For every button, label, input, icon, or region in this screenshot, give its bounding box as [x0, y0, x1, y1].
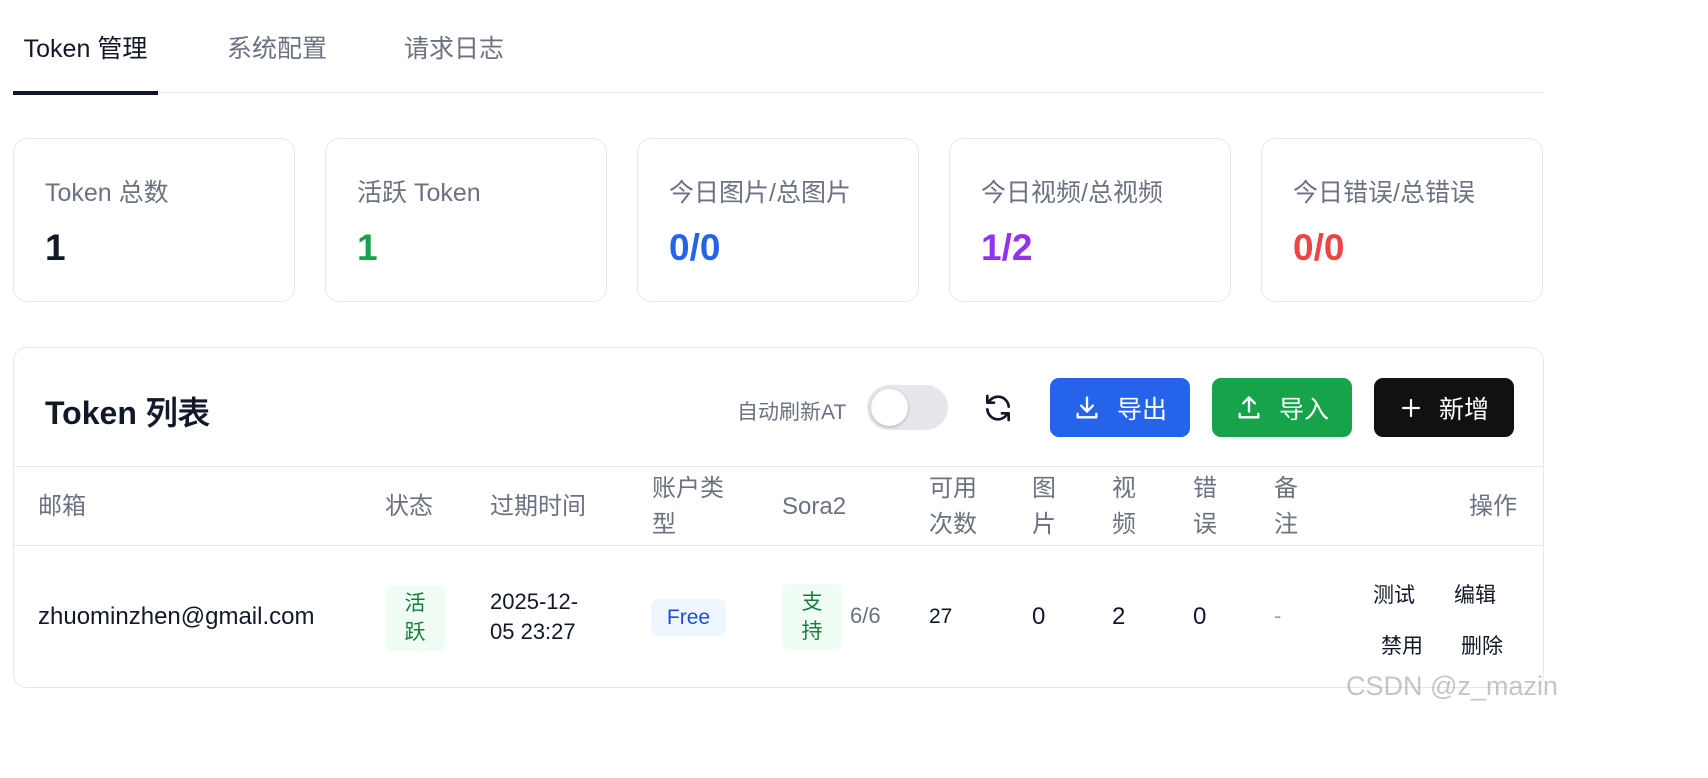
cell-expire-time: 2025-12- 05 23:27	[490, 589, 579, 644]
stat-value: 0/0	[669, 227, 721, 268]
stat-card-active-tokens: 活跃 Token 1	[325, 138, 607, 302]
download-icon	[1076, 395, 1098, 418]
column-header-sora2[interactable]: Sora2	[782, 467, 846, 547]
table-header: 邮箱 状态 过期时间 账户类 型 Sora2 可用 次数 图 片 视 频 错 误…	[14, 466, 1543, 547]
stat-label: 今日视频/总视频	[981, 179, 1163, 207]
table-row: zhuominzhen@gmail.com 活 跃 2025-12- 05 23…	[14, 547, 1543, 687]
test-button[interactable]: 测试	[1373, 579, 1415, 609]
refresh-icon	[986, 394, 1010, 422]
column-header-expire[interactable]: 过期时间	[490, 467, 586, 547]
stat-card-images: 今日图片/总图片 0/0	[637, 138, 919, 302]
status-badge: 活 跃	[385, 585, 445, 651]
import-button[interactable]: 导入	[1212, 378, 1352, 437]
column-header-remaining[interactable]: 可用 次数	[929, 467, 977, 547]
watermark: CSDN @z_mazin	[1346, 671, 1558, 701]
tab-token-management[interactable]: Token 管理	[13, 0, 158, 95]
column-header-images[interactable]: 图 片	[1032, 467, 1056, 547]
sora2-quota: 6/6	[850, 603, 881, 628]
column-header-videos[interactable]: 视 频	[1112, 467, 1136, 547]
stat-value: 1/2	[981, 227, 1033, 268]
auto-refresh-toggle[interactable]	[867, 385, 948, 430]
stat-label: Token 总数	[45, 179, 169, 207]
tab-request-logs[interactable]: 请求日志	[385, 0, 523, 93]
disable-button[interactable]: 禁用	[1381, 630, 1423, 660]
stat-label: 活跃 Token	[357, 179, 481, 207]
stat-card-videos: 今日视频/总视频 1/2	[949, 138, 1231, 302]
tab-system-config[interactable]: 系统配置	[208, 0, 346, 93]
cell-remaining: 27	[929, 605, 953, 628]
cell-email: zhuominzhen@gmail.com	[38, 603, 315, 630]
column-header-note[interactable]: 备 注	[1274, 467, 1298, 547]
add-button[interactable]: 新增	[1374, 378, 1514, 437]
stat-card-total-tokens: Token 总数 1	[13, 138, 295, 302]
column-header-email[interactable]: 邮箱	[38, 467, 86, 547]
column-header-errors[interactable]: 错 误	[1193, 467, 1217, 547]
token-list-panel: Token 列表 自动刷新AT 导出 导入 新增 邮箱 状态 过期时间 账户类 …	[13, 347, 1544, 688]
app-root: Token 管理 系统配置 请求日志 Token 总数 1 活跃 Token 1…	[0, 0, 1708, 778]
tab-bar: Token 管理 系统配置 请求日志	[13, 0, 1544, 95]
token-list-title: Token 列表	[45, 395, 210, 431]
auto-refresh-label: 自动刷新AT	[737, 401, 847, 424]
plus-icon	[1401, 398, 1421, 417]
stat-value: 1	[357, 227, 378, 268]
stat-label: 今日错误/总错误	[1293, 179, 1475, 207]
export-label: 导出	[1116, 395, 1167, 424]
edit-button[interactable]: 编辑	[1454, 579, 1496, 609]
column-header-actions: 操作	[1469, 493, 1517, 520]
stat-card-errors: 今日错误/总错误 0/0	[1261, 138, 1543, 302]
cell-images: 0	[1032, 603, 1046, 630]
sora2-support-badge: 支 持	[782, 584, 842, 650]
upload-icon	[1238, 395, 1260, 418]
account-type-badge: Free	[651, 599, 726, 636]
cell-errors: 0	[1193, 603, 1207, 630]
toggle-knob	[871, 389, 908, 426]
export-button[interactable]: 导出	[1050, 378, 1190, 437]
add-label: 新增	[1438, 395, 1489, 424]
delete-button[interactable]: 删除	[1461, 630, 1503, 660]
cell-note: -	[1274, 603, 1282, 628]
stat-value: 0/0	[1293, 227, 1345, 268]
column-header-status[interactable]: 状态	[385, 467, 433, 547]
import-label: 导入	[1278, 395, 1329, 424]
stat-label: 今日图片/总图片	[669, 179, 851, 207]
refresh-button[interactable]	[976, 386, 1020, 430]
cell-videos: 2	[1112, 603, 1126, 630]
column-header-account-type[interactable]: 账户类 型	[652, 467, 724, 547]
stat-value: 1	[45, 227, 66, 268]
